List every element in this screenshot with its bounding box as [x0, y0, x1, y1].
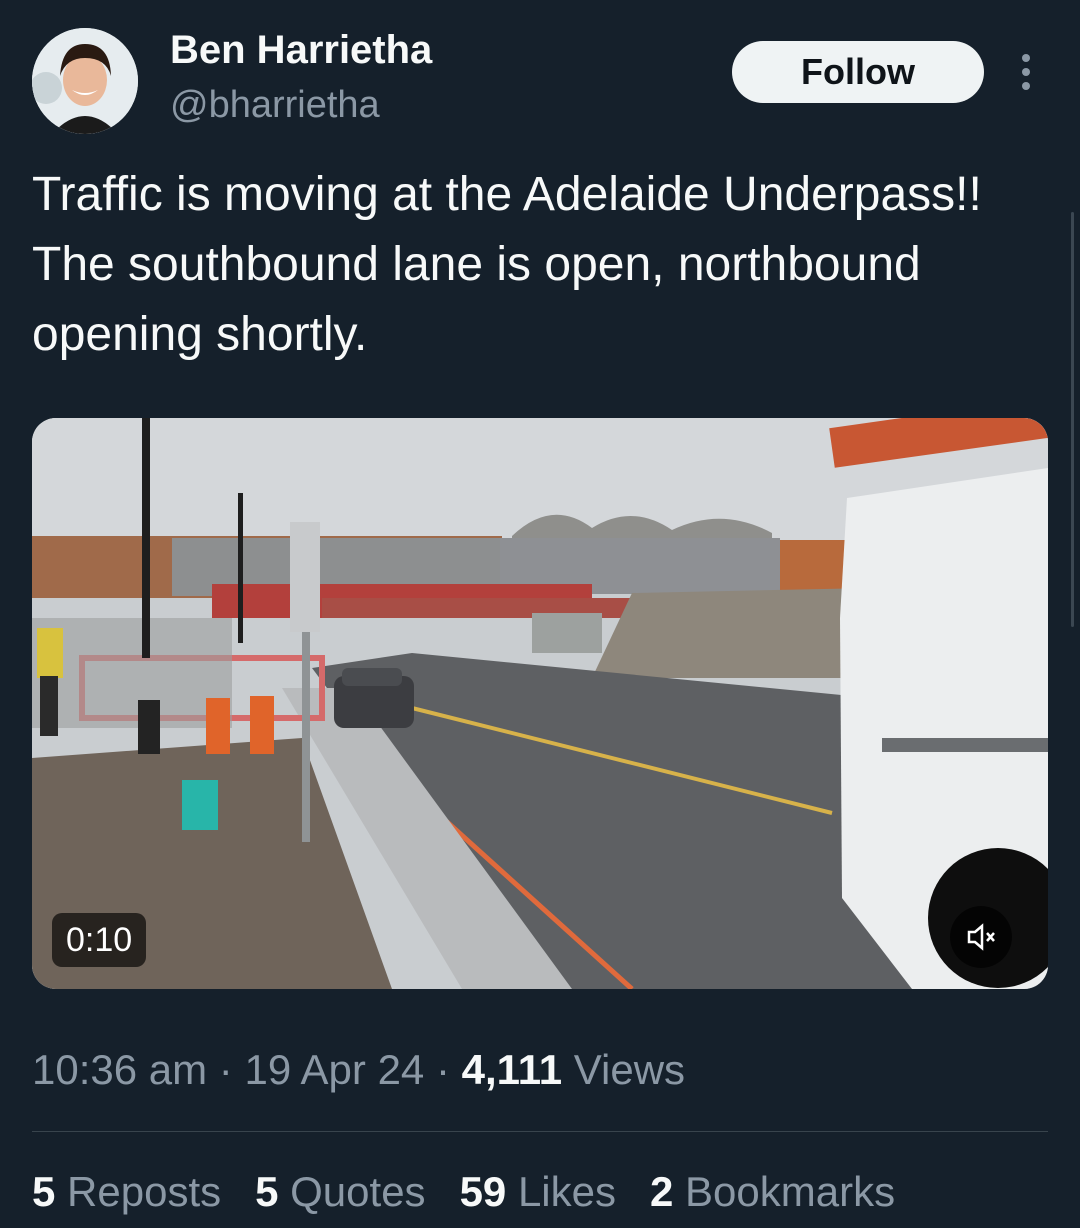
scrollbar[interactable] — [1071, 212, 1074, 627]
more-options-icon[interactable] — [1008, 48, 1044, 96]
video-player[interactable] — [32, 418, 1048, 989]
engagement-stats: 5 Reposts 5 Quotes 59 Likes 2 Bookmarks — [32, 1168, 929, 1216]
quotes-label: Quotes — [290, 1168, 426, 1215]
tweet-date[interactable]: 19 Apr 24 — [244, 1046, 424, 1093]
author-name[interactable]: Ben Harrietha — [170, 28, 432, 73]
bookmarks-count: 2 — [650, 1168, 674, 1215]
avatar-image — [32, 28, 138, 134]
views-label: Views — [573, 1046, 686, 1093]
tweet-text: Traffic is moving at the Adelaide Underp… — [32, 168, 982, 361]
video-frame — [32, 418, 1048, 989]
reposts-stat[interactable]: 5 Reposts — [32, 1168, 221, 1216]
bookmarks-stat[interactable]: 2 Bookmarks — [650, 1168, 895, 1216]
bookmarks-label: Bookmarks — [685, 1168, 896, 1215]
divider — [32, 1131, 1048, 1132]
likes-label: Likes — [517, 1168, 617, 1215]
quotes-stat[interactable]: 5 Quotes — [255, 1168, 425, 1216]
volume-muted-icon[interactable] — [950, 906, 1012, 968]
quotes-count: 5 — [255, 1168, 279, 1215]
author-handle[interactable]: @bharrietha — [170, 84, 380, 127]
views-count: 4,111 — [461, 1046, 563, 1093]
reposts-label: Reposts — [67, 1168, 222, 1215]
follow-button[interactable]: Follow — [732, 41, 984, 103]
tweet-metadata: 10:36 am · 19 Apr 24 · 4,111 Views — [32, 1046, 685, 1094]
video-duration-badge: 0:10 — [52, 913, 147, 967]
meta-separator: · — [435, 1046, 450, 1093]
author-avatar[interactable] — [32, 28, 138, 134]
likes-stat[interactable]: 59 Likes — [460, 1168, 616, 1216]
meta-separator: · — [218, 1046, 233, 1093]
tweet-time[interactable]: 10:36 am — [32, 1046, 207, 1093]
reposts-count: 5 — [32, 1168, 56, 1215]
likes-count: 59 — [459, 1168, 507, 1215]
